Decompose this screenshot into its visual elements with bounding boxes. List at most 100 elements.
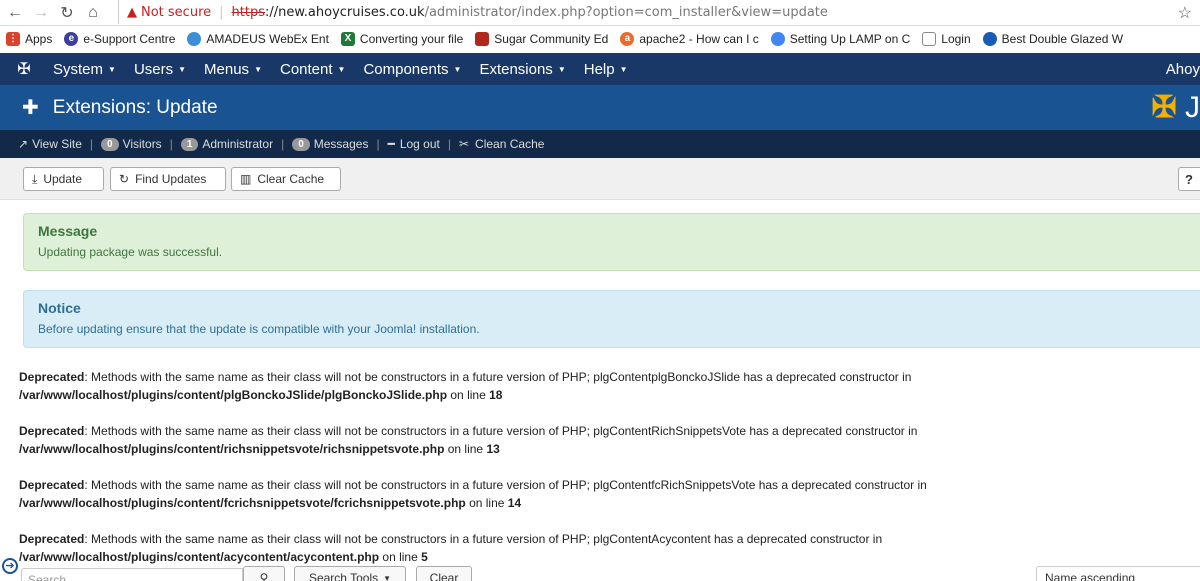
bookmark-star-icon[interactable]: ☆ — [1178, 3, 1192, 23]
bookmark-lamp[interactable]: Setting Up LAMP on C — [770, 32, 911, 46]
bookmark-label: Apps — [25, 32, 53, 46]
menu-extensions[interactable]: Extensions ▼ — [479, 61, 565, 78]
menu-users[interactable]: Users ▼ — [134, 61, 186, 78]
button-label: Find Updates — [135, 172, 207, 186]
status-label: Log out — [399, 137, 440, 151]
deprecation-notice: Deprecated: Methods with the same name a… — [19, 530, 1199, 566]
menu-system[interactable]: System ▼ — [53, 61, 116, 78]
bookmark-esupport[interactable]: e e-Support Centre — [64, 32, 175, 46]
bookmark-askubuntu[interactable]: a apache2 - How can I c — [620, 32, 759, 46]
caret-down-icon: ▼ — [557, 64, 566, 74]
find-updates-button[interactable]: ↻ Find Updates — [110, 167, 226, 191]
brand-letter: J — [1185, 91, 1200, 124]
search-input[interactable]: Search — [21, 568, 243, 581]
admin-menubar: ✠ System ▼ Users ▼ Menus ▼ Content ▼ Compone… — [0, 53, 1200, 85]
menu-label: Users — [133, 60, 174, 78]
caret-down-icon: ▼ — [453, 64, 462, 74]
address-bar[interactable]: ▲ Not secure | https://new.ahoycruises.c… — [118, 0, 1200, 24]
bookmark-apps[interactable]: ⋮ Apps — [6, 32, 52, 46]
button-label: Search Tools — [308, 571, 379, 581]
security-label[interactable]: Not secure — [141, 5, 211, 20]
eco-icon — [982, 32, 997, 46]
update-button[interactable]: ⤓ Update — [23, 167, 104, 191]
menu-content[interactable]: Content ▼ — [280, 61, 345, 78]
bookmark-label: Converting your file — [359, 32, 464, 46]
deprecation-text: : Methods with the same name as their cl… — [84, 370, 912, 384]
menu-label: Components — [363, 60, 449, 78]
bookmark-login[interactable]: Login — [922, 32, 971, 46]
clear-cache-button[interactable]: ▥ Clear Cache — [231, 167, 341, 191]
deprecation-file: /var/www/localhost/plugins/content/fcric… — [19, 496, 466, 510]
messages-count[interactable]: 0 Messages — [292, 137, 368, 151]
menu-menus[interactable]: Menus ▼ — [204, 61, 262, 78]
bookmark-label: Setting Up LAMP on C — [789, 32, 911, 46]
administrator-count[interactable]: 1 Administrator — [180, 137, 274, 151]
user-menu[interactable]: Ahoy — [1166, 61, 1200, 78]
button-label: Clear Cache — [257, 172, 325, 186]
joomla-brand-logo: ✠ J — [1152, 90, 1200, 125]
visitors-count[interactable]: 0 Visitors — [101, 137, 162, 151]
menu-help[interactable]: Help ▼ — [584, 61, 628, 78]
status-bar: ↗ View Site | 0 Visitors | 1 Administrator … — [0, 130, 1200, 158]
reload-icon[interactable]: ↻ — [56, 2, 78, 24]
arrow-right-circle-icon[interactable]: ➔ — [2, 558, 18, 574]
message-alert: Message Updating package was successful. — [23, 213, 1200, 271]
browser-toolbar: ← → ↻ ⌂ ▲ Not secure | https://new.ahoyc… — [0, 0, 1200, 26]
refresh-icon: ↻ — [119, 172, 130, 186]
caret-down-icon: ▼ — [337, 64, 346, 74]
deprecation-notice: Deprecated: Methods with the same name a… — [19, 476, 1199, 512]
deprecation-line: 18 — [489, 388, 503, 402]
search-tools-button[interactable]: Search Tools ▼ — [294, 566, 406, 581]
button-label: Clear — [429, 571, 459, 581]
bookmark-webex[interactable]: AMADEUS WebEx Ent — [187, 32, 329, 46]
alert-heading: Message — [38, 223, 98, 239]
menu-components[interactable]: Components ▼ — [363, 61, 461, 78]
deprecation-line: 13 — [486, 442, 500, 456]
caret-down-icon: ▼ — [383, 573, 392, 581]
deprecation-label: Deprecated — [19, 424, 85, 438]
bookmark-label: Login — [941, 32, 971, 46]
askubuntu-icon: a — [620, 32, 635, 46]
admin-badge: 1 — [180, 137, 199, 151]
e-icon: e — [64, 32, 79, 46]
bookmark-converting[interactable]: X Converting your file — [340, 32, 464, 46]
caret-down-icon: ▼ — [254, 64, 262, 74]
deprecation-line: 14 — [507, 496, 522, 510]
warning-triangle-icon: ▲ — [127, 4, 137, 20]
menu-label: Content — [279, 60, 333, 78]
status-divider: | — [447, 137, 451, 151]
home-icon[interactable]: ⌂ — [82, 2, 104, 24]
filter-bar: Search ⚲ Search Tools ▼ Clear Name ascend… — [0, 566, 1200, 581]
menu-label: System — [53, 60, 104, 78]
forward-arrow-icon[interactable]: → — [30, 2, 52, 24]
alert-text: Before updating ensure that the update i… — [38, 322, 480, 336]
apps-grid-icon: ⋮ — [6, 32, 20, 46]
button-label: Update — [43, 172, 83, 186]
clear-button[interactable]: Clear — [416, 566, 472, 581]
menu-label: Extensions — [479, 60, 553, 78]
back-arrow-icon[interactable]: ← — [4, 2, 26, 24]
clean-cache-link[interactable]: ✂ Clean Cache — [459, 137, 544, 151]
joomla-logo-icon[interactable]: ✠ — [4, 59, 44, 79]
help-button[interactable]: ? — [1178, 167, 1200, 191]
excel-icon: X — [340, 32, 355, 46]
deprecation-text: : Methods with the same name as their cl… — [84, 424, 918, 438]
bookmark-sugar[interactable]: Sugar Community Ed — [475, 32, 608, 46]
sort-select[interactable]: Name ascending — [1036, 566, 1200, 581]
logout-link[interactable]: ━ Log out — [388, 137, 440, 151]
bookmark-glazed[interactable]: Best Double Glazed W — [982, 32, 1123, 46]
status-label: Clean Cache — [475, 137, 545, 151]
menu-label: Menus — [204, 60, 250, 78]
alert-text: Updating package was successful. — [38, 245, 223, 259]
bookmark-label: apache2 - How can I c — [639, 32, 759, 46]
status-label: Administrator — [202, 137, 274, 151]
page-title: Extensions: Update — [52, 96, 218, 118]
search-button[interactable]: ⚲ — [243, 566, 285, 581]
visitors-badge: 0 — [101, 137, 119, 151]
puzzle-piece-icon: ✚ — [22, 97, 39, 119]
deprecation-label: Deprecated — [19, 478, 85, 492]
caret-down-icon: ▼ — [178, 64, 187, 74]
help-question-icon: ? — [1185, 171, 1193, 187]
view-site-link[interactable]: ↗ View Site — [18, 137, 82, 151]
status-divider: | — [89, 137, 93, 151]
